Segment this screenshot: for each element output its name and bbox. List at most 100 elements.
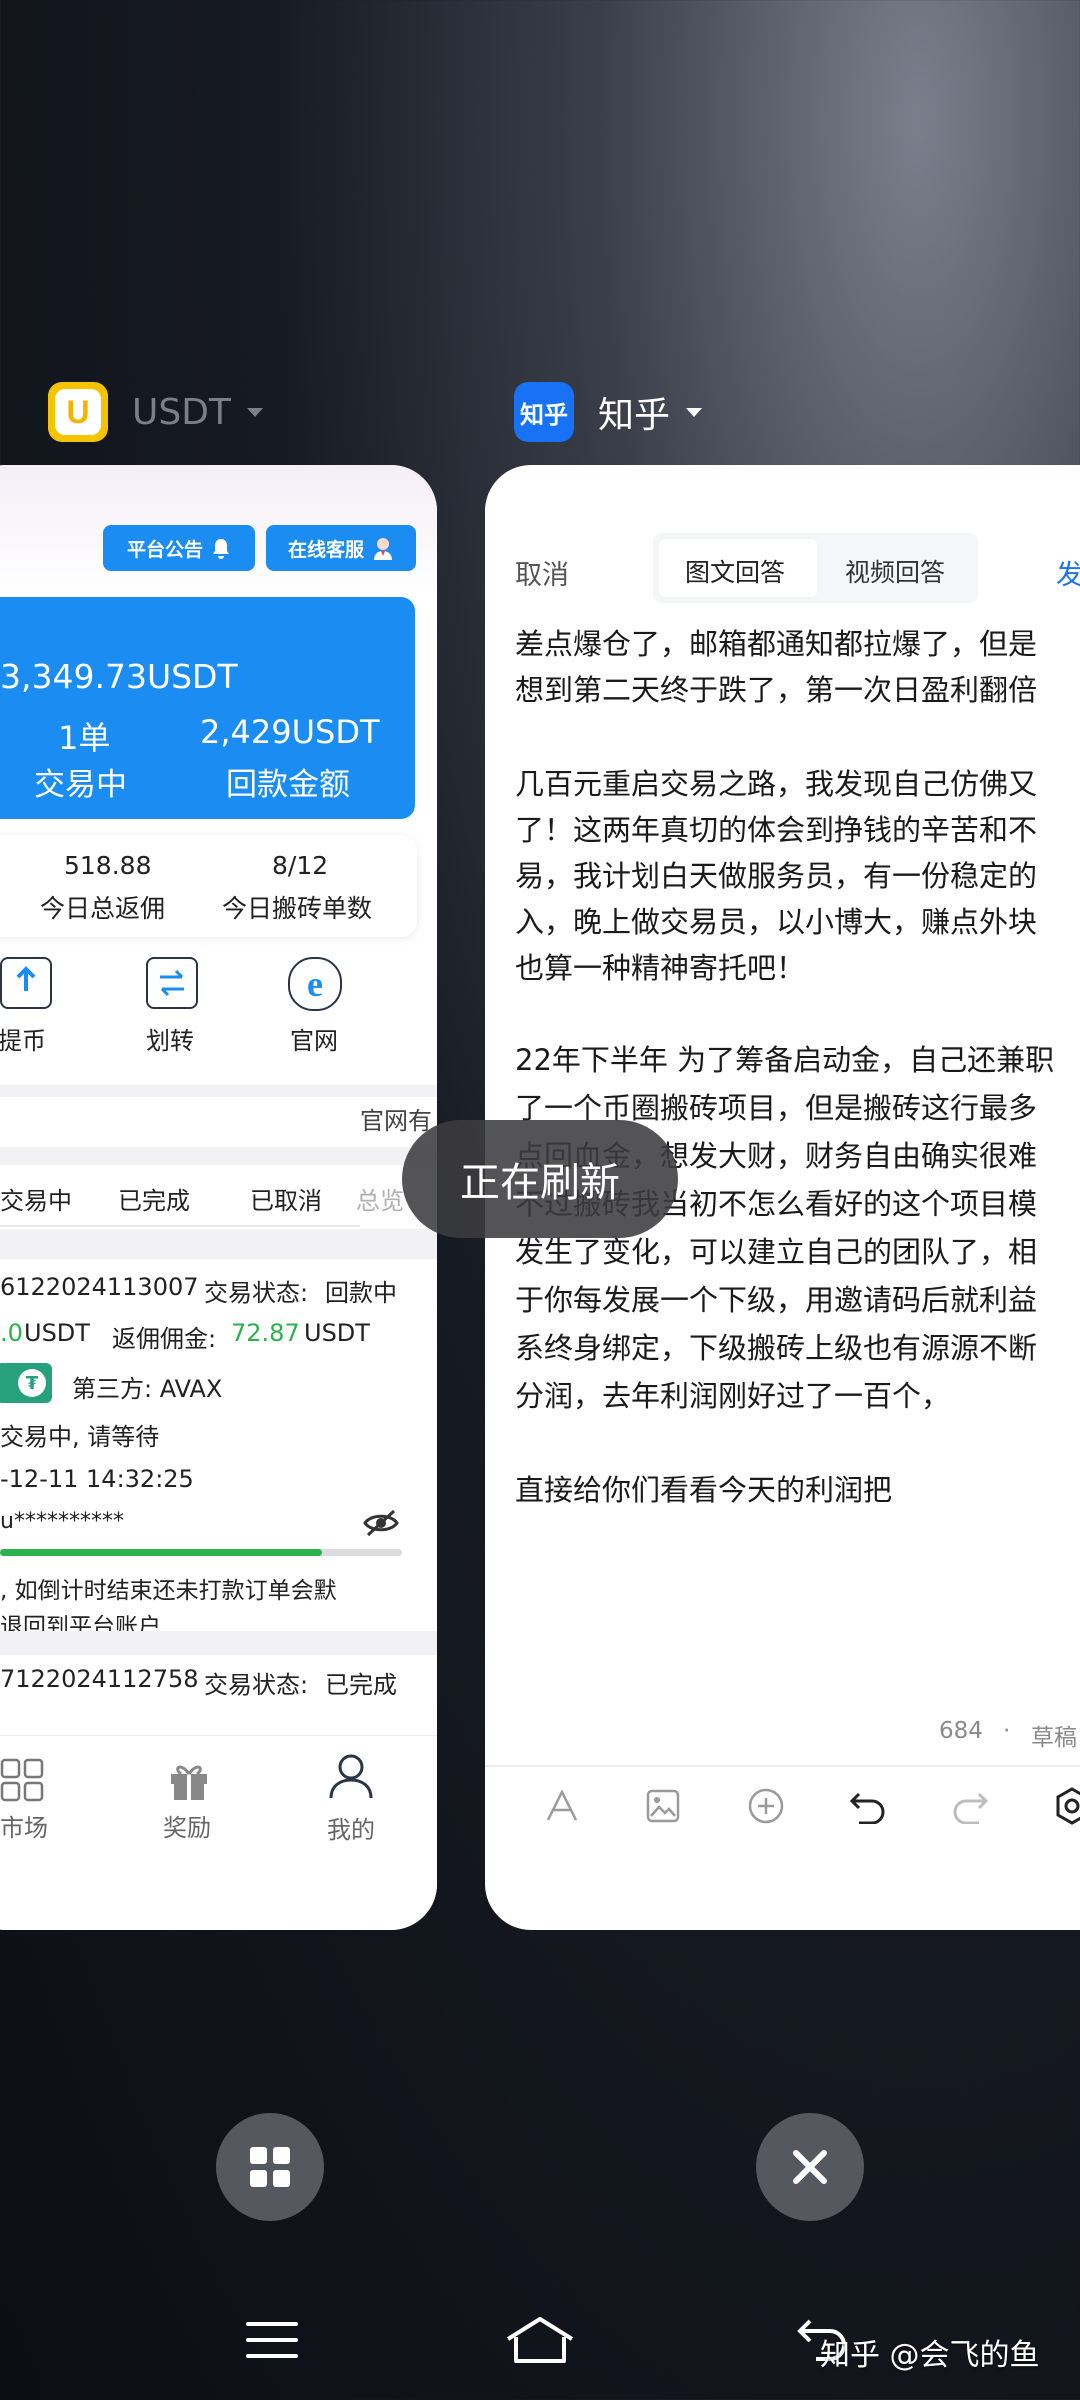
gift-icon [171, 1765, 207, 1800]
order-amount: .0 [0, 1319, 23, 1347]
transfer-action[interactable]: 划转 [100, 957, 210, 1067]
order-id: 7122024112758 [0, 1665, 199, 1693]
publish-button[interactable]: 发 [1056, 553, 1080, 592]
word-count: 684 [939, 1718, 983, 1744]
home-button[interactable] [500, 2310, 580, 2370]
section-divider [0, 1147, 437, 1165]
usdt-icon-letter: U [66, 393, 90, 430]
daily-stats: 518.88 今日总返佣 8/12 今日搬砖单数 [0, 835, 417, 937]
refund-label: 回款金额 [226, 767, 350, 803]
orders-value: 1单 [58, 719, 111, 757]
online-service-button[interactable]: 在线客服 [266, 525, 416, 571]
commission-label: 返佣佣金: [112, 1325, 217, 1353]
toolbar-divider [485, 1765, 1080, 1767]
commission-value: 518.88 [64, 851, 152, 880]
grid-icon [250, 2147, 290, 2187]
text-line: 想到第二天终于跌了，第一次日盈利翻倍 [515, 673, 1038, 707]
withdraw-action[interactable]: 提币 [0, 957, 70, 1067]
tab-video-answer-label: 视频回答 [845, 558, 946, 587]
bell-icon [213, 539, 229, 559]
watermark: 知乎 @会飞的鱼 [820, 2338, 1040, 2373]
tab-in-progress[interactable]: 交易中 [0, 1181, 72, 1216]
draft-label[interactable]: 草稿 [1031, 1718, 1077, 1752]
tab-overview[interactable]: 总览 [356, 1181, 404, 1216]
tab-text-answer[interactable]: 图文回答 [659, 539, 817, 597]
cancel-button[interactable]: 取消 [515, 553, 569, 592]
section-divider [0, 1229, 437, 1259]
tab-completed[interactable]: 已完成 [118, 1181, 190, 1216]
agent-icon [374, 538, 392, 560]
orders-label: 交易中 [34, 767, 127, 803]
text-format-icon[interactable] [541, 1785, 583, 1827]
refresh-toast-text: 正在刷新 [460, 1160, 620, 1206]
nav-me[interactable]: 我的 [327, 1752, 387, 1852]
section-divider [0, 1631, 437, 1655]
commission-label: 今日总返佣 [40, 894, 166, 923]
grid-icon [0, 1758, 44, 1802]
order-state: 交易中, 请等待 [0, 1423, 160, 1451]
third-party: 第三方: AVAX [72, 1375, 223, 1403]
text-line: 于你每发展一个下级，用邀请码后就利益 [515, 1283, 1038, 1317]
order-account: u********** [0, 1509, 124, 1534]
tab-text-answer-label: 图文回答 [685, 558, 786, 587]
text-line: 系终身绑定，下级搬砖上级也有源源不断 [515, 1331, 1038, 1365]
undo-icon[interactable] [847, 1785, 889, 1827]
usdt-app-header[interactable]: U USDT [48, 380, 263, 444]
chevron-down-icon[interactable] [686, 407, 703, 417]
order-card[interactable]: 7122024112758 交易状态: 已完成 [0, 1655, 420, 1735]
progress-track [0, 1549, 402, 1556]
zhihu-app-header[interactable]: 知乎 知乎 [514, 380, 703, 444]
section-divider [0, 1085, 437, 1097]
order-status: 回款中 [325, 1279, 397, 1307]
tether-icon: ₮ [18, 1369, 46, 1397]
zhihu-app-name: 知乎 [598, 395, 671, 436]
nav-rewards[interactable]: 奖励 [163, 1758, 223, 1858]
orders-count-value: 8/12 [272, 851, 329, 880]
service-label: 在线客服 [287, 538, 364, 561]
image-icon[interactable] [642, 1785, 684, 1827]
balance-value: 3,349.73USDT [0, 657, 238, 696]
text-line: 22年下半年 为了筹备启动金，自己还兼职 [515, 1043, 1055, 1077]
order-time: -12-11 14:32:25 [0, 1465, 194, 1493]
usdt-bottom-nav: 市场 奖励 我的 [0, 1735, 437, 1930]
order-note-line1: , 如倒计时结束还未打款订单会默 [0, 1578, 337, 1604]
close-icon [793, 2150, 827, 2184]
text-line: 差点爆仓了，邮箱都通知都拉爆了，但是 [515, 627, 1038, 661]
order-card[interactable]: 6122024113007 交易状态: 回款中 .0 USDT 返佣佣金: 72… [0, 1259, 420, 1640]
refresh-toast: 正在刷新 [402, 1120, 678, 1238]
tether-badge: ₮ [0, 1363, 52, 1403]
transfer-icon [146, 957, 198, 1009]
balance-panel: 3,349.73USDT 1单 交易中 2,429USDT 回款金额 [0, 597, 415, 819]
withdraw-label: 提币 [0, 1027, 46, 1055]
official-site-action[interactable]: e 官网 [260, 957, 380, 1067]
usdt-app-name: USDT [132, 391, 231, 433]
redo-icon[interactable] [949, 1785, 991, 1827]
order-amount-unit: USDT [24, 1319, 90, 1347]
tab-video-answer[interactable]: 视频回答 [819, 539, 977, 597]
eye-off-icon[interactable] [362, 1509, 400, 1537]
tab-cancelled[interactable]: 已取消 [250, 1181, 322, 1216]
chevron-down-icon[interactable] [246, 407, 263, 417]
order-status-label: 交易状态: [204, 1671, 309, 1699]
clear-all-button[interactable] [756, 2113, 864, 2221]
text-line: 分润，去年利润刚好过了一百个， [515, 1379, 951, 1413]
text-line: 入，晚上做交易员，以小博大，赚点外块 [515, 905, 1038, 939]
platform-notice-button[interactable]: 平台公告 [103, 525, 255, 571]
add-icon[interactable] [745, 1785, 787, 1827]
settings-icon[interactable] [1051, 1785, 1080, 1827]
menu-button[interactable] [232, 2310, 312, 2370]
official-site-label: 官网 [290, 1027, 338, 1055]
notice-label: 平台公告 [126, 538, 203, 561]
order-id: 6122024113007 [0, 1273, 199, 1301]
refund-value: 2,429USDT [200, 713, 380, 751]
text-line: 也算一种精神寄托吧！ [515, 951, 806, 985]
usdt-app-icon: U [48, 382, 108, 442]
transfer-label: 划转 [146, 1027, 194, 1055]
zhihu-app-icon: 知乎 [514, 382, 574, 442]
menu-icon [246, 2322, 298, 2358]
tabs-divider [0, 1225, 360, 1227]
split-screen-button[interactable] [216, 2113, 324, 2221]
nav-market[interactable]: 市场 [0, 1758, 50, 1858]
usdt-app-card[interactable]: 平台公告 在线客服 3,349.73USDT 1单 交易中 2,429USDT … [0, 465, 437, 1930]
text-line: 几百元重启交易之路，我发现自己仿佛又 [515, 767, 1038, 801]
